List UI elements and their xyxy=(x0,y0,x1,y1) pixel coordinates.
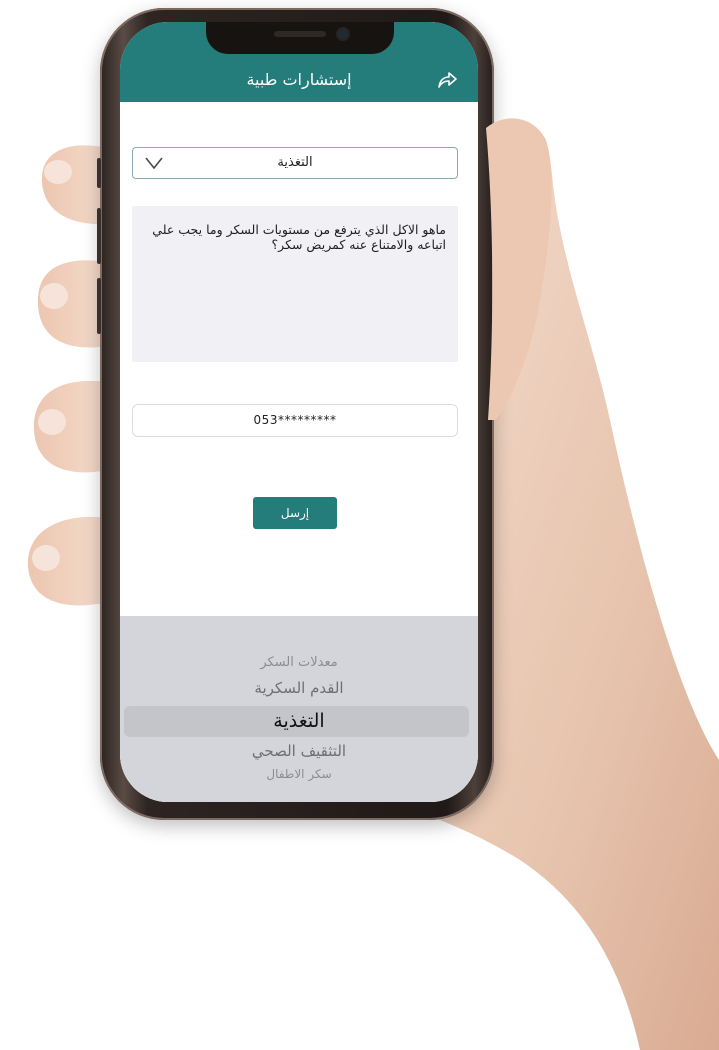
front-camera xyxy=(338,29,348,39)
thumb-overlay xyxy=(486,118,552,421)
notch xyxy=(206,22,394,54)
speaker-grille xyxy=(274,31,326,37)
product-scene: إستشارات طبية التغذية ماهو الاكل الذي يت… xyxy=(0,0,719,1050)
